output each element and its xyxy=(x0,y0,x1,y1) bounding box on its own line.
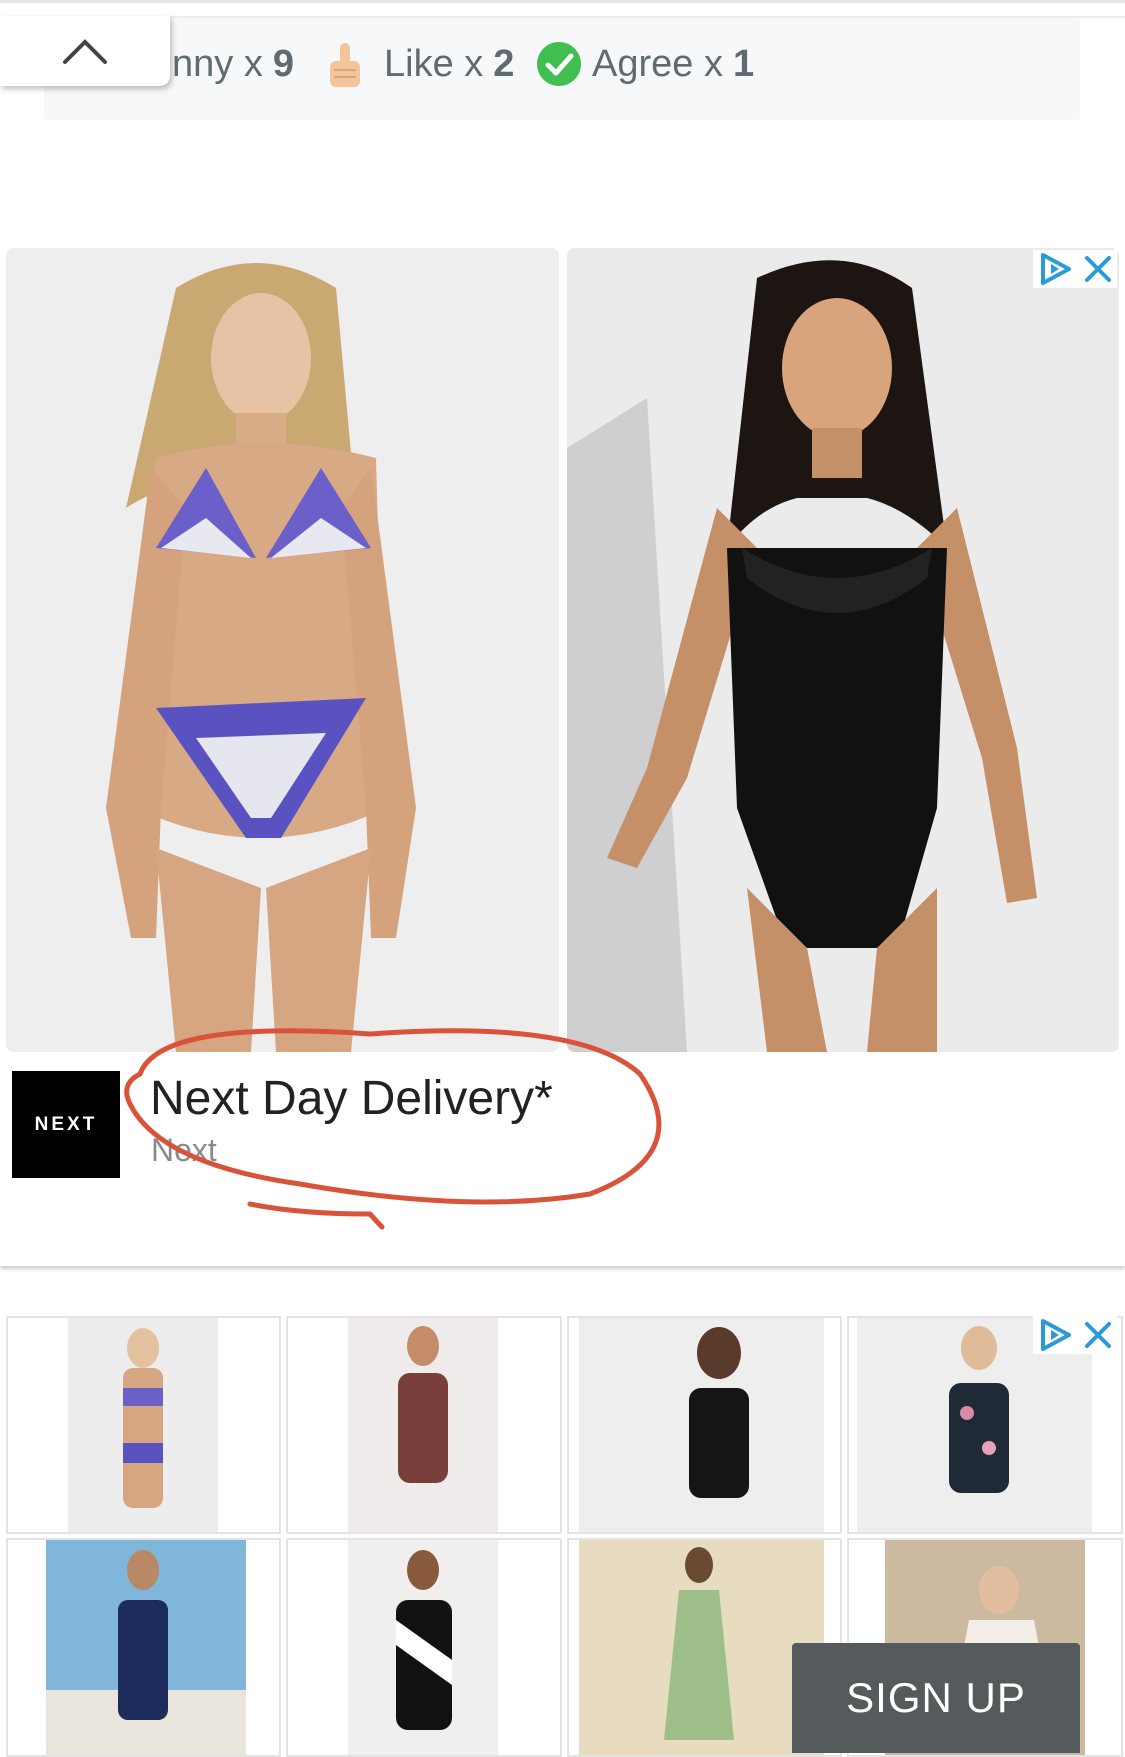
reaction-funny[interactable]: nny x 9 xyxy=(172,18,294,110)
reaction-agree-count: 1 xyxy=(732,42,755,85)
ad-grid-item[interactable] xyxy=(6,1316,281,1534)
reactions-bar: nny x 9 Like x 2 Agree x 1 xyxy=(44,18,1080,120)
close-ad-icon[interactable] xyxy=(1083,1320,1113,1350)
reaction-funny-count: 9 xyxy=(272,42,294,85)
collapse-button[interactable] xyxy=(0,16,170,86)
signup-button[interactable]: SIGN UP xyxy=(792,1643,1080,1753)
reaction-agree[interactable]: Agree x 1 xyxy=(536,18,754,110)
thumbs-up-icon xyxy=(330,43,360,87)
reaction-like-label: Like x xyxy=(384,42,484,85)
ad-badges xyxy=(1033,250,1117,288)
ad-grid-item[interactable] xyxy=(286,1538,562,1757)
reaction-like-count: 2 xyxy=(493,42,515,85)
top-divider xyxy=(0,0,1125,3)
adchoices-icon[interactable] xyxy=(1037,1318,1073,1352)
annotation-circle xyxy=(124,1028,662,1230)
check-circle-icon xyxy=(537,42,581,86)
ad-grid-item[interactable] xyxy=(286,1316,562,1534)
ad-primary[interactable]: NEXT Next Day Delivery* Next xyxy=(0,244,1125,1266)
chevron-up-icon xyxy=(63,39,107,64)
ad-grid-item[interactable] xyxy=(6,1538,281,1757)
close-ad-icon[interactable] xyxy=(1083,254,1113,284)
reaction-agree-label: Agree x xyxy=(592,42,723,85)
ad-image-left[interactable] xyxy=(6,248,559,1052)
reaction-like[interactable]: Like x 2 xyxy=(326,18,514,110)
reaction-funny-label: nny x xyxy=(172,42,263,85)
brand-logo[interactable]: NEXT xyxy=(12,1071,120,1178)
adchoices-icon[interactable] xyxy=(1037,252,1073,286)
ad-grid-badges xyxy=(1033,1316,1117,1354)
ad-image-right[interactable] xyxy=(567,248,1119,1052)
ad-grid-item[interactable] xyxy=(567,1316,842,1534)
